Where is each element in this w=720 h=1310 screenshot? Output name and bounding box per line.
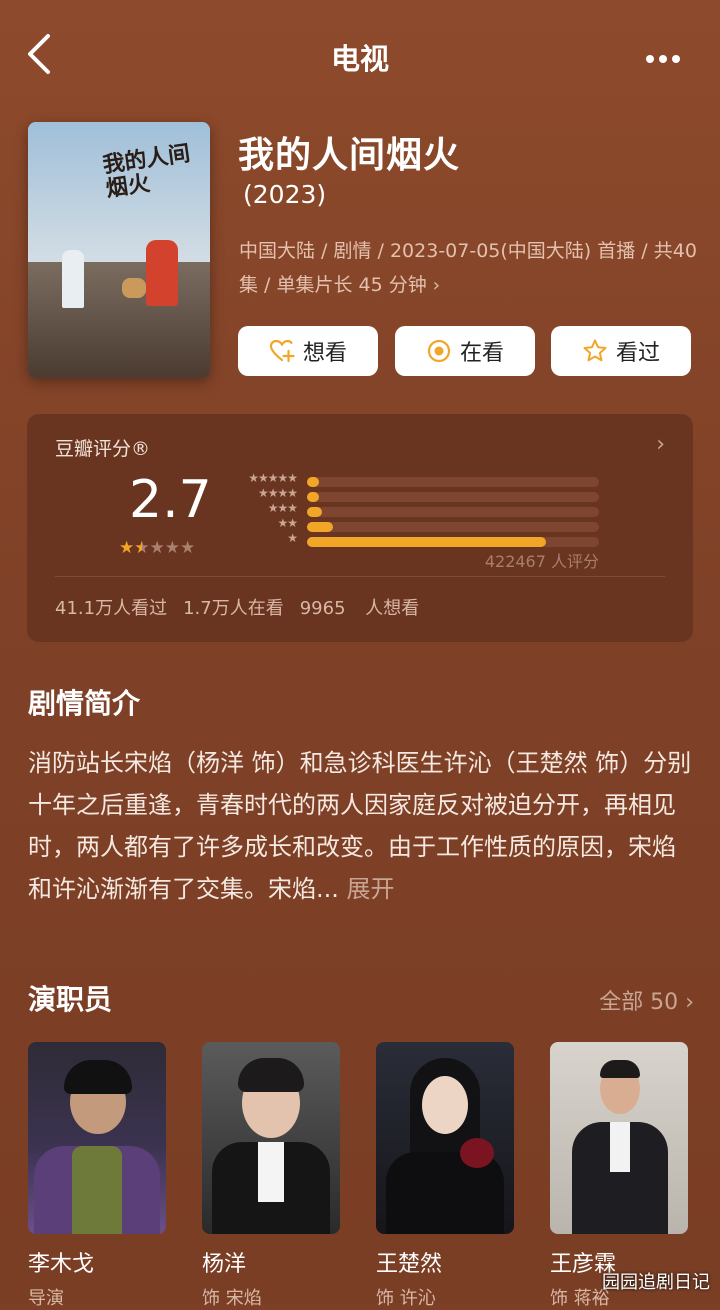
- cast-photo: [28, 1042, 166, 1234]
- want-count: 9965 人想看: [299, 598, 420, 619]
- rating-bar: [307, 507, 322, 517]
- page-title: 电视: [330, 42, 389, 76]
- star-half-icon: ★: [134, 538, 150, 558]
- show-title: 我的人间烟火: [238, 135, 461, 176]
- rating-score: 2.7: [129, 470, 212, 530]
- cast-card[interactable]: 李木戈 导演: [28, 1042, 166, 1310]
- cast-card[interactable]: 王楚然 饰 许沁: [376, 1042, 514, 1310]
- cast-card[interactable]: 杨洋 饰 宋焰: [202, 1042, 340, 1310]
- show-year: (2023): [243, 180, 327, 209]
- two-stars-icon: ★★: [277, 516, 297, 530]
- star-empty-icon: ★: [180, 538, 196, 558]
- rating-bar: [307, 477, 319, 487]
- cast-role: 饰 许沁: [376, 1288, 436, 1309]
- rating-bar: [307, 522, 334, 532]
- show-meta[interactable]: 中国大陆 / 剧情 / 2023-07-05(中国大陆) 首播 / 共40集 /…: [239, 234, 699, 303]
- cast-name: 杨洋: [202, 1252, 247, 1277]
- three-stars-icon: ★★★: [267, 501, 298, 515]
- watching-button[interactable]: 在看: [395, 326, 535, 376]
- synopsis-text[interactable]: 消防站长宋焰（杨洋 饰）和急诊科医生许沁（王楚然 饰）分别十年之后重逢，青春时代…: [28, 742, 692, 910]
- star-empty-icon: ★: [164, 538, 180, 558]
- cast-name: 李木戈: [28, 1252, 95, 1277]
- rating-bar: [307, 492, 319, 502]
- chevron-right-icon: ›: [685, 990, 694, 1015]
- chevron-right-icon: ›: [432, 275, 440, 296]
- target-icon: [427, 339, 451, 363]
- cast-role: 导演: [28, 1288, 64, 1309]
- watched-label: 看过: [615, 341, 660, 366]
- cast-all-label: 全部 50: [599, 990, 679, 1015]
- cast-photo: [376, 1042, 514, 1234]
- poster-image[interactable]: 我的人间烟火: [28, 122, 210, 378]
- watermark: 园园追剧日记: [602, 1272, 710, 1293]
- rating-source: 豆瓣评分®: [55, 438, 151, 460]
- watched-count: 41.1万人看过: [55, 598, 168, 619]
- watch-stats: 41.1万人看过 1.7万人在看 9965 人想看: [55, 594, 435, 620]
- cast-role: 饰 宋焰: [202, 1288, 262, 1309]
- four-stars-icon: ★★★★: [257, 486, 298, 500]
- five-stars-icon: ★★★★★: [248, 471, 298, 485]
- rating-card[interactable]: 豆瓣评分® › 2.7 ★★★★★ ★★★★★ ★★★★ ★★★ ★★ ★ 42…: [27, 414, 693, 642]
- poster-rubble: [28, 262, 210, 378]
- cast-name: 王楚然: [376, 1252, 443, 1277]
- star-empty-icon: ★: [149, 538, 165, 558]
- want-to-watch-label: 想看: [302, 341, 347, 366]
- watching-label: 在看: [459, 341, 504, 366]
- rating-count: 422467 人评分: [484, 552, 599, 571]
- poster-firefighter-figure: [146, 240, 178, 306]
- cast-photo: [202, 1042, 340, 1234]
- want-to-watch-button[interactable]: 想看: [238, 326, 378, 376]
- poster-doctor-figure: [62, 250, 84, 308]
- watched-button[interactable]: 看过: [551, 326, 691, 376]
- cast-heading: 演职员: [28, 983, 113, 1016]
- divider: [55, 576, 665, 577]
- more-options-icon[interactable]: [646, 48, 690, 63]
- chevron-right-icon[interactable]: ›: [656, 432, 665, 457]
- star-outline-icon: [583, 339, 607, 362]
- watching-count: 1.7万人在看: [183, 598, 284, 619]
- cast-photo: [550, 1042, 688, 1234]
- expand-link[interactable]: 展开: [347, 875, 395, 903]
- poster-dog-figure: [122, 278, 146, 298]
- cast-all-link[interactable]: 全部 50 ›: [599, 984, 694, 1016]
- synopsis-heading: 剧情简介: [28, 687, 141, 720]
- star-full-icon: ★: [119, 538, 135, 558]
- show-meta-text: 中国大陆 / 剧情 / 2023-07-05(中国大陆) 首播 / 共40集 /…: [239, 240, 697, 296]
- one-star-icon: ★: [287, 531, 298, 545]
- rating-row-1: ★: [232, 531, 602, 549]
- rating-stars: ★★★★★: [119, 538, 195, 558]
- rating-bar: [307, 537, 547, 547]
- heart-plus-icon: [269, 339, 295, 363]
